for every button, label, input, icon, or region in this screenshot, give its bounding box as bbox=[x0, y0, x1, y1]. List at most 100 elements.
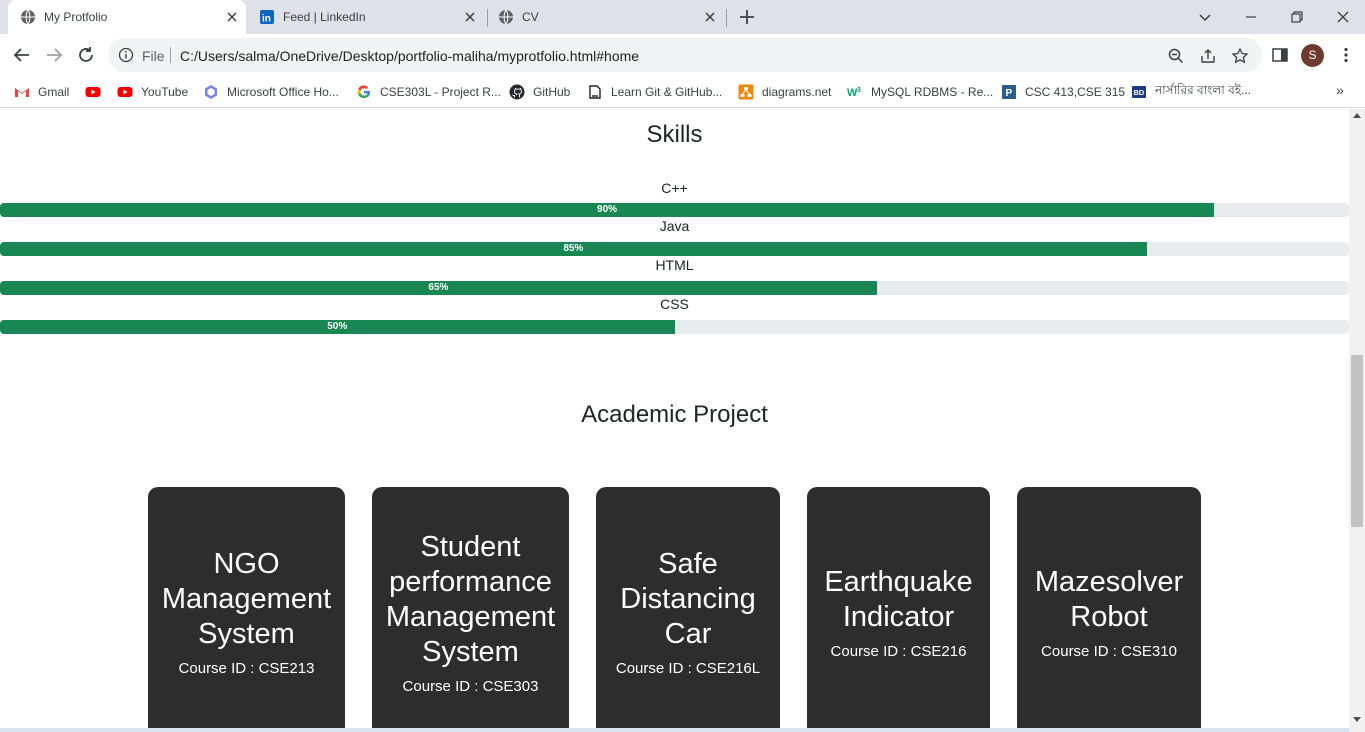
project-title: Earthquake Indicator bbox=[824, 565, 973, 633]
project-title: Safe Distancing Car bbox=[620, 548, 756, 650]
bookmark-github[interactable]: GitHub bbox=[509, 82, 570, 102]
side-panel-icon[interactable] bbox=[1271, 46, 1289, 64]
project-course-id: Course ID : CSE216 bbox=[830, 642, 967, 660]
scroll-down-arrow-icon[interactable] bbox=[1353, 717, 1361, 722]
scroll-up-arrow-icon[interactable] bbox=[1353, 113, 1361, 118]
google-icon bbox=[357, 85, 371, 99]
page-viewport: Skills C++ 90% Java 85% HTML 65% CSS 50%… bbox=[0, 109, 1349, 732]
svg-text:in: in bbox=[262, 14, 271, 25]
p-icon: P bbox=[1002, 85, 1016, 99]
browser-window: My Protfolio in Feed | LinkedIn CV File … bbox=[0, 0, 1365, 732]
profile-avatar[interactable]: S bbox=[1301, 44, 1324, 67]
url-text[interactable]: C:/Users/salma/OneDrive/Desktop/portfoli… bbox=[180, 48, 639, 64]
github-icon bbox=[509, 84, 525, 100]
tab-linkedin[interactable]: in Feed | LinkedIn bbox=[250, 0, 486, 34]
address-bar[interactable]: File C:/Users/salma/OneDrive/Desktop/por… bbox=[108, 38, 1262, 72]
learn-icon bbox=[589, 85, 601, 99]
gmail-icon bbox=[15, 88, 29, 97]
skill-progress: 65% bbox=[0, 281, 1349, 295]
bookmark-cse303l[interactable]: CSE303L - Project R... bbox=[356, 82, 501, 102]
tab-title: CV bbox=[522, 10, 539, 24]
project-card[interactable]: NGO Management System Course ID : CSE213 bbox=[148, 487, 345, 732]
tab-my-portfolio[interactable]: My Protfolio bbox=[8, 0, 246, 34]
bottom-edge bbox=[0, 728, 1349, 732]
skill-progress-fill: 50% bbox=[0, 320, 675, 334]
globe-icon bbox=[21, 9, 35, 25]
close-tab-icon[interactable] bbox=[462, 9, 478, 25]
bookmark-label: Learn Git & GitHub... bbox=[611, 85, 723, 99]
bookmark-mysql[interactable]: W 3 MySQL RDBMS - Re... bbox=[847, 82, 993, 102]
office-icon bbox=[205, 85, 217, 99]
skill-name: C++ bbox=[661, 180, 688, 196]
tab-separator bbox=[487, 9, 488, 27]
svg-text:3: 3 bbox=[857, 87, 861, 94]
skill-name: Java bbox=[659, 218, 690, 234]
bookmark-youtube[interactable]: YouTube bbox=[117, 82, 188, 102]
scrollbar-thumb[interactable] bbox=[1351, 355, 1363, 527]
bookmark-gmail[interactable]: Gmail bbox=[14, 82, 69, 102]
project-course-id: Course ID : CSE216L bbox=[615, 660, 761, 677]
project-title: NGO Management System bbox=[161, 548, 332, 650]
bookmark-youtube-icon-only[interactable] bbox=[85, 82, 109, 102]
skill-progress: 50% bbox=[0, 320, 1349, 334]
project-card[interactable]: Student performance Management System Co… bbox=[372, 487, 569, 732]
bookmark-label: diagrams.net bbox=[762, 85, 832, 99]
new-tab-icon[interactable] bbox=[737, 7, 757, 27]
zoom-icon[interactable] bbox=[1167, 47, 1185, 65]
close-tab-icon[interactable] bbox=[702, 9, 718, 25]
url-scheme: File bbox=[142, 48, 165, 64]
project-title: Mazesolver Robot bbox=[1034, 565, 1184, 633]
tab-separator bbox=[726, 9, 727, 27]
close-tab-icon[interactable] bbox=[224, 9, 240, 25]
page-scrollbar[interactable] bbox=[1349, 109, 1365, 732]
back-arrow-icon[interactable] bbox=[11, 44, 33, 66]
svg-text:P: P bbox=[1006, 88, 1013, 99]
skill-progress-fill: 65% bbox=[0, 281, 877, 295]
project-course-id: Course ID : CSE303 bbox=[402, 677, 539, 695]
tab-title: Feed | LinkedIn bbox=[283, 10, 366, 24]
bookmark-label: YouTube bbox=[141, 85, 189, 99]
forward-arrow-icon[interactable] bbox=[43, 44, 65, 66]
minimize-icon[interactable] bbox=[1241, 7, 1261, 27]
info-icon[interactable] bbox=[118, 47, 134, 63]
tab-search-chevron-icon[interactable] bbox=[1195, 7, 1215, 27]
bookmark-star-icon[interactable] bbox=[1231, 47, 1249, 65]
bookmarks-overflow-icon[interactable]: » bbox=[1336, 82, 1344, 98]
skill-progress: 90% bbox=[0, 203, 1349, 217]
bookmarks-bar: Gmail YouTube Microsoft Office Ho... CSE… bbox=[0, 76, 1365, 108]
bookmark-csc413[interactable]: P CSC 413,CSE 315 bbox=[1001, 82, 1125, 102]
close-window-icon[interactable] bbox=[1333, 7, 1353, 27]
bookmark-label: GitHub bbox=[533, 85, 571, 99]
bookmark-diagrams[interactable]: diagrams.net bbox=[738, 82, 831, 102]
reload-icon[interactable] bbox=[75, 44, 97, 66]
bd-icon: BD bbox=[1132, 86, 1146, 98]
project-card[interactable]: Earthquake Indicator Course ID : CSE216 bbox=[807, 487, 990, 732]
restore-icon[interactable] bbox=[1287, 7, 1307, 27]
bookmark-label: নার্সারির বাংলা বই... bbox=[1155, 83, 1252, 97]
bookmark-bangla-book[interactable]: BD নার্সারির বাংলা বই... bbox=[1131, 82, 1251, 102]
bookmark-learn-git[interactable]: Learn Git & GitHub... bbox=[587, 82, 722, 102]
tab-cv[interactable]: CV bbox=[489, 0, 725, 34]
bookmark-label: CSE303L - Project R... bbox=[380, 85, 501, 99]
bookmark-label: MySQL RDBMS - Re... bbox=[871, 85, 994, 99]
share-icon[interactable] bbox=[1199, 47, 1217, 65]
bookmark-label: CSC 413,CSE 315 bbox=[1025, 85, 1126, 99]
project-card[interactable]: Safe Distancing Car Course ID : CSE216L bbox=[596, 487, 780, 732]
globe-icon bbox=[499, 9, 513, 25]
toolbar: File C:/Users/salma/OneDrive/Desktop/por… bbox=[0, 34, 1365, 76]
project-title: Student performance Management System bbox=[385, 530, 556, 668]
youtube-icon bbox=[117, 87, 133, 97]
bookmark-label: Gmail bbox=[38, 85, 70, 99]
tab-title: My Protfolio bbox=[44, 10, 108, 24]
skills-heading: Skills bbox=[646, 121, 703, 148]
skill-name: CSS bbox=[660, 296, 689, 312]
project-course-id: Course ID : CSE213 bbox=[178, 660, 315, 677]
skill-progress: 85% bbox=[0, 242, 1349, 256]
bookmark-label: Microsoft Office Ho... bbox=[227, 85, 339, 99]
bookmark-office[interactable]: Microsoft Office Ho... bbox=[203, 82, 339, 102]
menu-dots-icon[interactable] bbox=[1337, 46, 1355, 64]
diagrams-icon bbox=[738, 84, 754, 100]
svg-text:BD: BD bbox=[1134, 88, 1145, 97]
skill-progress-fill: 90% bbox=[0, 203, 1215, 217]
project-card[interactable]: Mazesolver Robot Course ID : CSE310 bbox=[1017, 487, 1201, 732]
